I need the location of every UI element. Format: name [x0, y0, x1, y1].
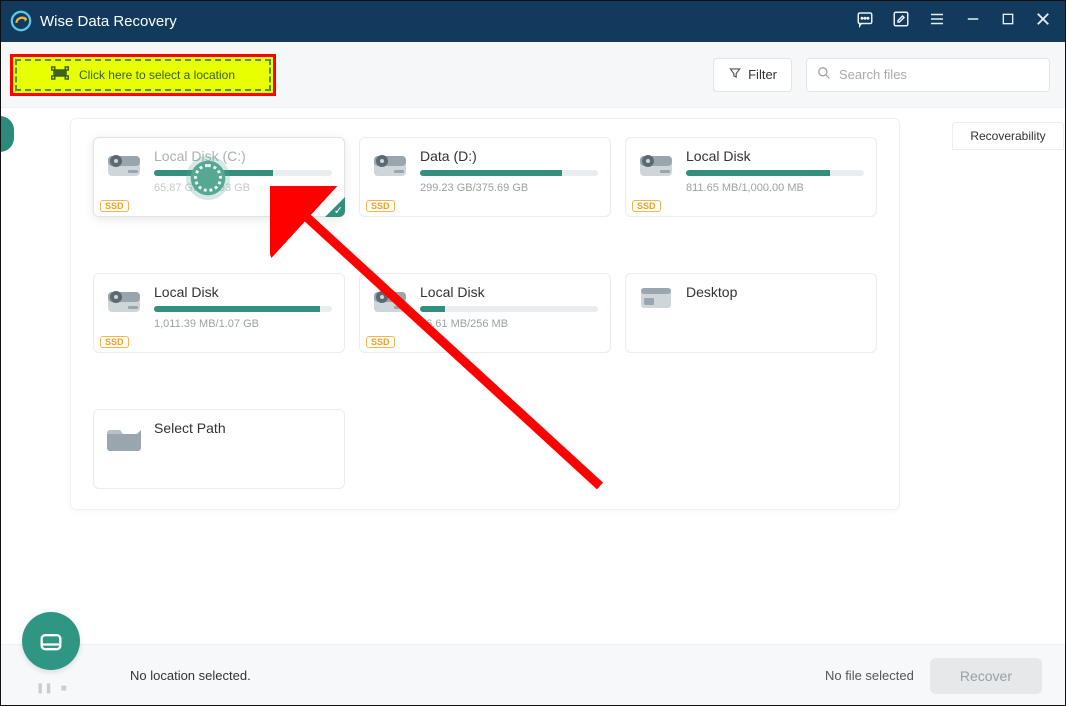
toolbar: Click here to select a location Filter: [0, 42, 1066, 108]
status-left: No location selected.: [130, 668, 251, 683]
desktop-card[interactable]: Desktop: [625, 273, 877, 353]
drive-name: Data (D:): [420, 148, 598, 164]
disk-icon: [106, 148, 142, 180]
ssd-badge: SSD: [100, 200, 129, 212]
drive-card[interactable]: Local Disk 1,011.39 MB/1.07 GB SSD: [93, 273, 345, 353]
drive-name: Select Path: [154, 420, 332, 436]
usage-bar: [420, 306, 598, 312]
playback-controls: ❚❚ ■: [36, 683, 67, 694]
main-area: Recoverability Local Disk (C:) 65.87 GB/9…: [0, 108, 1066, 644]
drive-name: Desktop: [686, 284, 864, 300]
scanning-spinner-icon: [186, 156, 230, 200]
selected-check-icon: ✓: [334, 204, 343, 217]
minimize-button[interactable]: [964, 10, 982, 32]
bottombar: ❚❚ ■ No location selected. No file selec…: [0, 644, 1066, 706]
folder-icon: [106, 420, 142, 452]
drive-card[interactable]: Data (D:) 299.23 GB/375.69 GB SSD: [359, 137, 611, 217]
drive-card[interactable]: Local Disk (C:) 65.87 GB/98.93 GB SSD ✓: [93, 137, 345, 217]
maximize-button[interactable]: [1000, 11, 1016, 31]
select-path-card[interactable]: Select Path: [93, 409, 345, 489]
usage-bar: [154, 306, 332, 312]
select-location-button[interactable]: Click here to select a location: [10, 54, 276, 96]
ssd-badge: SSD: [100, 336, 129, 348]
pause-icon[interactable]: ❚❚: [36, 683, 53, 694]
drive-size: 65.87 GB/98.93 GB: [154, 182, 332, 194]
menu-icon[interactable]: [928, 10, 946, 32]
scan-fab-button[interactable]: [22, 612, 80, 670]
titlebar: Wise Data Recovery: [0, 0, 1066, 42]
usage-bar: [420, 170, 598, 176]
disk-icon: [372, 284, 408, 316]
select-location-label: Click here to select a location: [79, 68, 235, 82]
sidebar-tab-nub[interactable]: [0, 116, 14, 152]
disk-icon: [106, 284, 142, 316]
drive-size: 811.65 MB/1,000.00 MB: [686, 182, 864, 194]
disk-icon: [638, 148, 674, 180]
edit-icon[interactable]: [892, 10, 910, 32]
recover-button[interactable]: Recover: [930, 658, 1042, 694]
search-input[interactable]: [839, 67, 1039, 82]
ssd-badge: SSD: [366, 200, 395, 212]
recoverability-tab[interactable]: Recoverability: [952, 122, 1064, 150]
search-icon: [817, 66, 831, 83]
drive-name: Local Disk: [686, 148, 864, 164]
drive-panel: Local Disk (C:) 65.87 GB/98.93 GB SSD ✓ Data…: [70, 118, 900, 510]
drive-name: Local Disk: [420, 284, 598, 300]
drive-scan-icon: [51, 66, 69, 83]
disk-icon: [372, 148, 408, 180]
filter-button[interactable]: Filter: [713, 58, 792, 92]
drive-card[interactable]: Local Disk 36.61 MB/256 MB SSD: [359, 273, 611, 353]
drive-card[interactable]: Local Disk 811.65 MB/1,000.00 MB SSD: [625, 137, 877, 217]
ssd-badge: SSD: [366, 336, 395, 348]
drive-name: Local Disk (C:): [154, 148, 332, 164]
app-title: Wise Data Recovery: [40, 13, 177, 30]
feedback-icon[interactable]: [856, 10, 874, 32]
usage-bar: [154, 170, 332, 176]
ssd-badge: SSD: [632, 200, 661, 212]
drive-size: 299.23 GB/375.69 GB: [420, 182, 598, 194]
window-buttons: [856, 10, 1056, 32]
drive-size: 36.61 MB/256 MB: [420, 318, 598, 330]
filter-label: Filter: [748, 67, 777, 82]
search-box[interactable]: [806, 58, 1050, 92]
stop-icon[interactable]: ■: [61, 683, 67, 694]
recoverability-label: Recoverability: [970, 129, 1045, 143]
status-right: No file selected: [825, 668, 914, 683]
sidebar: [0, 108, 14, 644]
close-button[interactable]: [1034, 10, 1052, 32]
filter-icon: [728, 66, 742, 83]
drive-name: Local Disk: [154, 284, 332, 300]
usage-bar: [686, 170, 864, 176]
desktop-icon: [638, 284, 674, 316]
drive-size: 1,011.39 MB/1.07 GB: [154, 318, 332, 330]
app-logo-icon: [10, 10, 32, 32]
